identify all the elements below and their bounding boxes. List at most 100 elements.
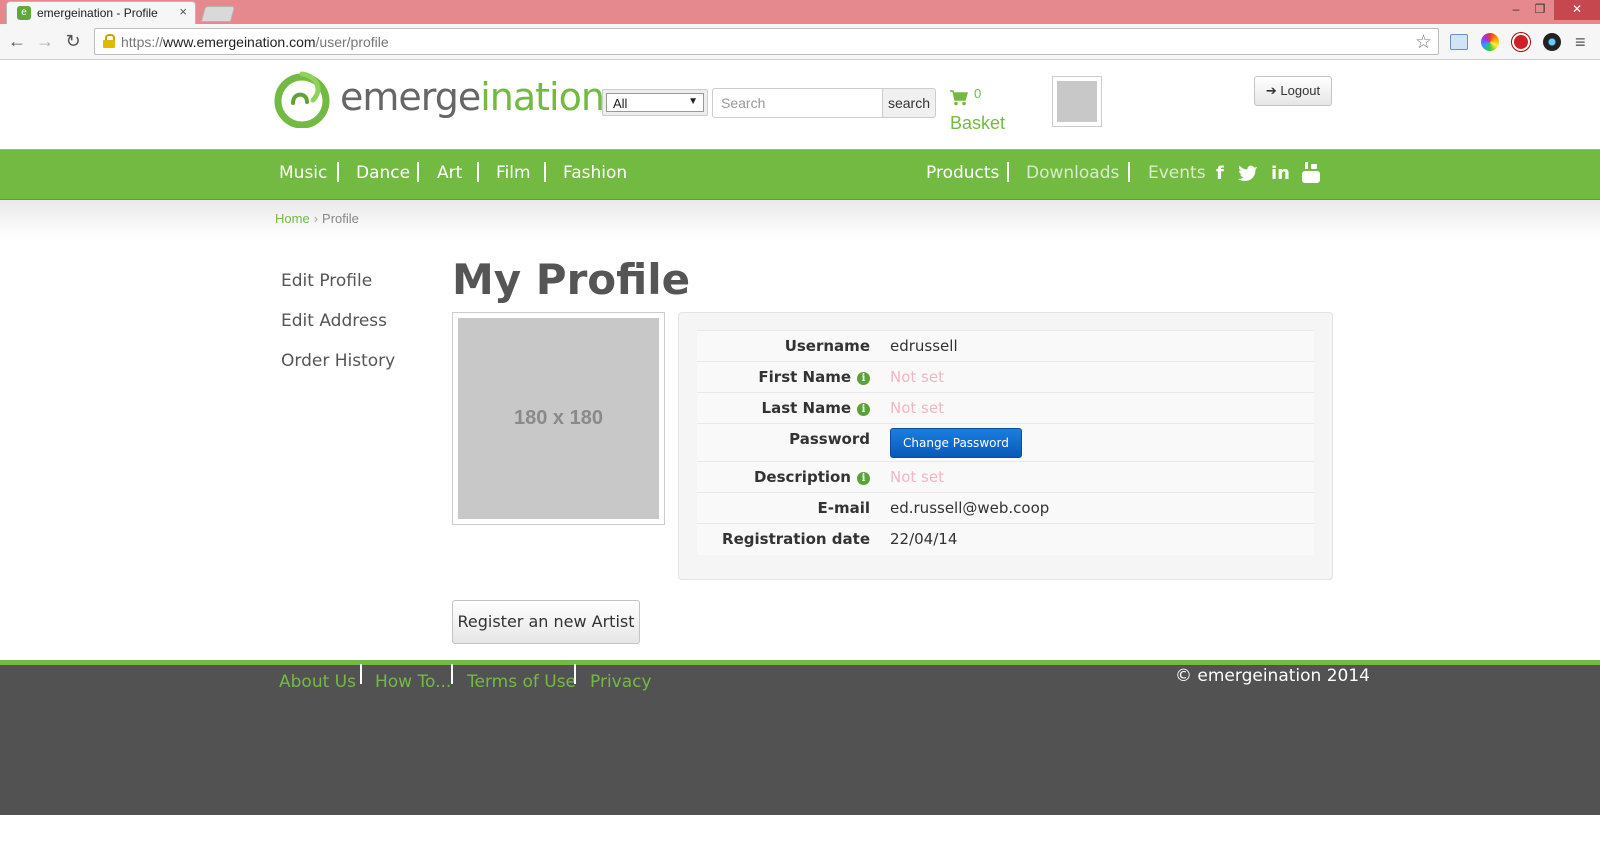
site-favicon-icon: e bbox=[17, 6, 31, 20]
footer-terms-link[interactable]: Terms of Use bbox=[467, 672, 576, 692]
breadcrumb: Home › Profile bbox=[275, 211, 359, 226]
lock-icon bbox=[103, 34, 115, 48]
tab-title: emergeination - Profile bbox=[37, 6, 158, 20]
browser-tab[interactable]: e emergeination - Profile × bbox=[6, 1, 196, 24]
page-title: My Profile bbox=[452, 255, 691, 304]
email-value: ed.russell@web.coop bbox=[890, 499, 1050, 517]
password-value-cell: Change Password bbox=[880, 424, 1314, 462]
tab-close-icon[interactable]: × bbox=[179, 4, 187, 19]
logout-button[interactable]: ➔ Logout bbox=[1254, 76, 1332, 106]
change-password-button[interactable]: Change Password bbox=[890, 428, 1022, 458]
shopping-cart-icon[interactable] bbox=[950, 90, 968, 106]
breadcrumb-home[interactable]: Home bbox=[275, 211, 310, 226]
nav-divider bbox=[417, 162, 419, 182]
category-select[interactable]: All ▼ bbox=[602, 89, 708, 116]
username-label: Username bbox=[784, 337, 870, 355]
category-select-value: All bbox=[613, 96, 628, 111]
window-minimize-button[interactable]: – bbox=[1504, 0, 1528, 20]
basket-link[interactable]: Basket bbox=[950, 113, 1005, 134]
facebook-icon[interactable]: f bbox=[1216, 163, 1224, 184]
site-logo[interactable]: emergeination bbox=[340, 75, 605, 119]
extension-window-icon[interactable] bbox=[1450, 34, 1468, 50]
search-button[interactable]: search bbox=[882, 88, 936, 118]
linkedin-icon[interactable]: in bbox=[1271, 163, 1290, 184]
breadcrumb-separator: › bbox=[313, 211, 319, 226]
profile-details-table: Username edrussell First Name i Not set L… bbox=[697, 330, 1314, 555]
table-row: E-mail ed.russell@web.coop bbox=[697, 492, 1314, 524]
cart-count: 0 bbox=[974, 86, 982, 101]
nav-divider bbox=[544, 162, 546, 182]
back-arrow-icon[interactable]: ← bbox=[6, 30, 28, 52]
profile-avatar[interactable]: 180 x 180 bbox=[452, 312, 665, 525]
nav-divider bbox=[477, 162, 479, 182]
nav-downloads[interactable]: Downloads bbox=[1026, 163, 1119, 183]
dropdown-caret-icon: ▼ bbox=[688, 96, 698, 107]
logout-arrow-icon: ➔ bbox=[1265, 83, 1281, 98]
reload-icon[interactable]: ↻ bbox=[62, 30, 84, 52]
first-name-label-cell: First Name i bbox=[697, 362, 880, 393]
username-value: edrussell bbox=[890, 337, 958, 355]
footer-privacy-link[interactable]: Privacy bbox=[590, 672, 652, 692]
search-input[interactable]: Search bbox=[712, 88, 883, 118]
twitter-icon[interactable] bbox=[1238, 164, 1258, 182]
register-artist-button[interactable]: Register an new Artist bbox=[452, 600, 640, 644]
youtube-icon[interactable] bbox=[1302, 162, 1320, 184]
table-row: First Name i Not set bbox=[697, 361, 1314, 393]
registration-date-value: 22/04/14 bbox=[890, 530, 958, 548]
table-row: Password Change Password bbox=[697, 423, 1314, 462]
footer-divider bbox=[360, 664, 362, 684]
first-name-label: First Name bbox=[758, 368, 851, 386]
breadcrumb-bar bbox=[0, 200, 1600, 238]
description-value[interactable]: Not set bbox=[880, 462, 1314, 493]
footer-divider bbox=[451, 664, 453, 684]
sidebar-item-edit-profile[interactable]: Edit Profile bbox=[281, 271, 372, 291]
copyright-text: © emergeination 2014 bbox=[1175, 666, 1370, 686]
info-icon[interactable]: i bbox=[857, 472, 870, 485]
last-name-value[interactable]: Not set bbox=[880, 393, 1314, 424]
extension-color-wheel-icon[interactable] bbox=[1481, 33, 1499, 51]
extension-stop-icon[interactable] bbox=[1512, 33, 1530, 51]
address-bar[interactable]: https://www.emergeination.com/user/profi… bbox=[94, 28, 1439, 55]
email-label: E-mail bbox=[817, 499, 870, 517]
browser-toolbar: ← → ↻ https://www.emergeination.com/user… bbox=[0, 24, 1600, 60]
description-label-cell: Description i bbox=[697, 462, 880, 493]
nav-divider bbox=[1128, 162, 1130, 182]
nav-film[interactable]: Film bbox=[496, 163, 531, 183]
url-text[interactable]: https://www.emergeination.com/user/profi… bbox=[121, 34, 389, 50]
registration-date-label: Registration date bbox=[722, 530, 870, 548]
table-row: Description i Not set bbox=[697, 461, 1314, 493]
nav-products[interactable]: Products bbox=[926, 163, 999, 183]
forward-arrow-icon[interactable]: → bbox=[34, 30, 56, 52]
nav-music[interactable]: Music bbox=[279, 163, 327, 183]
info-icon[interactable]: i bbox=[857, 403, 870, 416]
footer-divider bbox=[574, 664, 576, 684]
browser-titlebar bbox=[0, 0, 1600, 24]
window-close-button[interactable]: ✕ bbox=[1554, 0, 1600, 20]
nav-dance[interactable]: Dance bbox=[356, 163, 410, 183]
nav-fashion[interactable]: Fashion bbox=[563, 163, 627, 183]
description-label: Description bbox=[753, 468, 851, 486]
extension-eye-icon[interactable] bbox=[1543, 33, 1561, 51]
new-tab-button[interactable] bbox=[200, 6, 236, 22]
user-thumbnail[interactable] bbox=[1052, 76, 1102, 127]
browser-menu-icon[interactable]: ≡ bbox=[1575, 33, 1586, 51]
bookmark-star-icon[interactable]: ☆ bbox=[1415, 31, 1432, 54]
last-name-label-cell: Last Name i bbox=[697, 393, 880, 424]
table-row: Username edrussell bbox=[697, 330, 1314, 362]
sidebar-item-edit-address[interactable]: Edit Address bbox=[281, 311, 387, 331]
table-row: Registration date 22/04/14 bbox=[697, 523, 1314, 555]
main-nav: Music Dance Art Film Fashion Products Do… bbox=[0, 149, 1600, 200]
nav-art[interactable]: Art bbox=[437, 163, 462, 183]
first-name-value[interactable]: Not set bbox=[880, 362, 1314, 393]
logo-swirl-icon[interactable] bbox=[273, 70, 331, 128]
window-restore-button[interactable]: ❐ bbox=[1528, 0, 1552, 20]
nav-events[interactable]: Events bbox=[1148, 163, 1206, 183]
breadcrumb-current: Profile bbox=[322, 211, 359, 226]
avatar-placeholder: 180 x 180 bbox=[458, 318, 659, 519]
info-icon[interactable]: i bbox=[857, 372, 870, 385]
footer-how-to-link[interactable]: How To... bbox=[375, 672, 451, 692]
sidebar-item-order-history[interactable]: Order History bbox=[281, 351, 395, 371]
nav-divider bbox=[337, 162, 339, 182]
footer-about-us-link[interactable]: About Us bbox=[279, 672, 356, 692]
table-row: Last Name i Not set bbox=[697, 392, 1314, 424]
